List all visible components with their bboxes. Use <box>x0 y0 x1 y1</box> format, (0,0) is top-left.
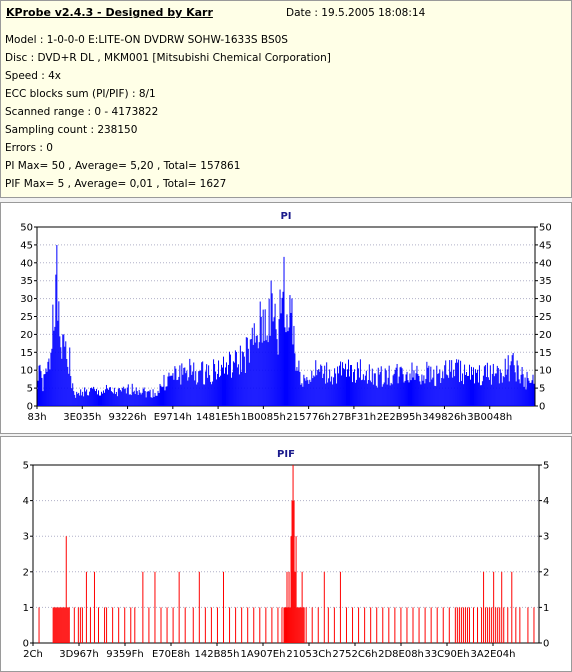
y-tick-label-right: 5 <box>539 384 545 395</box>
y-tick-label-left: 5 <box>23 461 29 472</box>
y-tick-label-left: 1 <box>23 603 29 614</box>
info-pif-summary: PIF Max= 5 , Average= 0,01 , Total= 1627 <box>5 178 227 190</box>
y-tick-label-right: 10 <box>539 366 552 377</box>
y-tick-label-left: 5 <box>27 384 33 395</box>
y-tick-label-right: 45 <box>539 240 552 251</box>
x-tick-label: 1A907Eh <box>241 649 286 660</box>
x-tick-label: 2E2B95h <box>377 412 422 423</box>
x-tick-label: 3E035h <box>63 412 101 423</box>
x-tick-label: 33C90Eh <box>424 649 469 660</box>
x-tick-label: 1481E5h <box>196 412 240 423</box>
pif-chart-panel: PIF 0 0 1 1 2 2 3 3 4 4 5 5 2Ch 3D967h 9359Fh E70E8h 142B… <box>0 436 572 672</box>
x-tick-label: 3B0048h <box>467 412 512 423</box>
y-tick-label-left: 20 <box>20 330 33 341</box>
y-tick-label-left: 45 <box>20 240 33 251</box>
y-tick-label-left: 4 <box>23 496 29 507</box>
y-tick-label-left: 30 <box>20 294 33 305</box>
y-tick-label-left: 3 <box>23 532 29 543</box>
y-tick-label-right: 4 <box>543 496 549 507</box>
x-tick-label: 3A2E04h <box>471 649 516 660</box>
y-tick-label-right: 15 <box>539 348 552 359</box>
info-model: Model : 1-0-0-0 E:LITE-ON DVDRW SOHW-163… <box>5 34 288 46</box>
y-tick-label-right: 40 <box>539 258 552 269</box>
x-tick-label: E70E8h <box>152 649 190 660</box>
y-tick-label-left: 25 <box>20 312 33 323</box>
info-speed: Speed : 4x <box>5 70 62 82</box>
pi-chart-panel: PI 0 0 5 5 10 10 15 15 20 20 25 25 30 30 35 35 40 40 45 45 50… <box>0 202 572 434</box>
pif-chart: PIF 0 0 1 1 2 2 3 3 4 4 5 5 2Ch 3D967h 9359Fh E70E8h 142B… <box>23 449 550 660</box>
y-tick-label-right: 0 <box>543 639 549 650</box>
y-tick-label-left: 10 <box>20 366 33 377</box>
info-panel: KProbe v2.4.3 - Designed by Karr Date : … <box>0 0 572 198</box>
x-tick-label: 1B0085h <box>241 412 286 423</box>
x-tick-label: 2D8E08h <box>378 649 424 660</box>
x-tick-label: 9359Fh <box>106 649 144 660</box>
info-scanned-range: Scanned range : 0 - 4173822 <box>5 106 159 118</box>
y-tick-label-right: 2 <box>543 567 549 578</box>
pi-chart: PI 0 0 5 5 10 10 15 15 20 20 25 25 30 30 35 35 40 40 45 45 50… <box>20 211 552 423</box>
y-tick-label-left: 50 <box>20 223 33 234</box>
info-sampling-count: Sampling count : 238150 <box>5 124 138 136</box>
info-pi-summary: PI Max= 50 , Average= 5,20 , Total= 1578… <box>5 160 241 172</box>
x-tick-label: 2752C6h <box>332 649 377 660</box>
y-tick-label-right: 35 <box>539 276 552 287</box>
y-tick-label-left: 40 <box>20 258 33 269</box>
y-tick-label-right: 1 <box>543 603 549 614</box>
x-tick-label: 215776h <box>286 412 331 423</box>
info-errors: Errors : 0 <box>5 142 53 154</box>
x-tick-label: 93226h <box>108 412 146 423</box>
x-tick-label: 27BF31h <box>332 412 376 423</box>
chart-title: PIF <box>277 449 295 460</box>
info-disc: Disc : DVD+R DL , MKM001 [Mitsubishi Che… <box>5 52 331 64</box>
chart-title: PI <box>280 211 291 222</box>
y-tick-label-right: 20 <box>539 330 552 341</box>
y-tick-label-left: 2 <box>23 567 29 578</box>
x-tick-label: 349826h <box>422 412 467 423</box>
x-tick-label: 21053Ch <box>286 649 331 660</box>
x-tick-label: 2Ch <box>23 649 43 660</box>
y-tick-label-left: 15 <box>20 348 33 359</box>
y-tick-label-right: 25 <box>539 312 552 323</box>
y-tick-label-left: 35 <box>20 276 33 287</box>
y-tick-label-right: 0 <box>539 402 545 413</box>
y-tick-label-right: 5 <box>543 461 549 472</box>
scan-date: Date : 19.5.2005 18:08:14 <box>286 7 426 19</box>
app-title: KProbe v2.4.3 - Designed by Karr <box>6 6 213 19</box>
x-tick-label: 83h <box>27 412 46 423</box>
x-tick-label: 142B85h <box>194 649 239 660</box>
y-tick-label-right: 30 <box>539 294 552 305</box>
x-tick-label: E9714h <box>154 412 192 423</box>
y-tick-label-right: 3 <box>543 532 549 543</box>
y-tick-label-right: 50 <box>539 223 552 234</box>
y-tick-label-left: 0 <box>27 402 33 413</box>
y-tick-label-left: 0 <box>23 639 29 650</box>
x-tick-label: 3D967h <box>59 649 99 660</box>
info-ecc-blocks: ECC blocks sum (PI/PIF) : 8/1 <box>5 88 156 100</box>
